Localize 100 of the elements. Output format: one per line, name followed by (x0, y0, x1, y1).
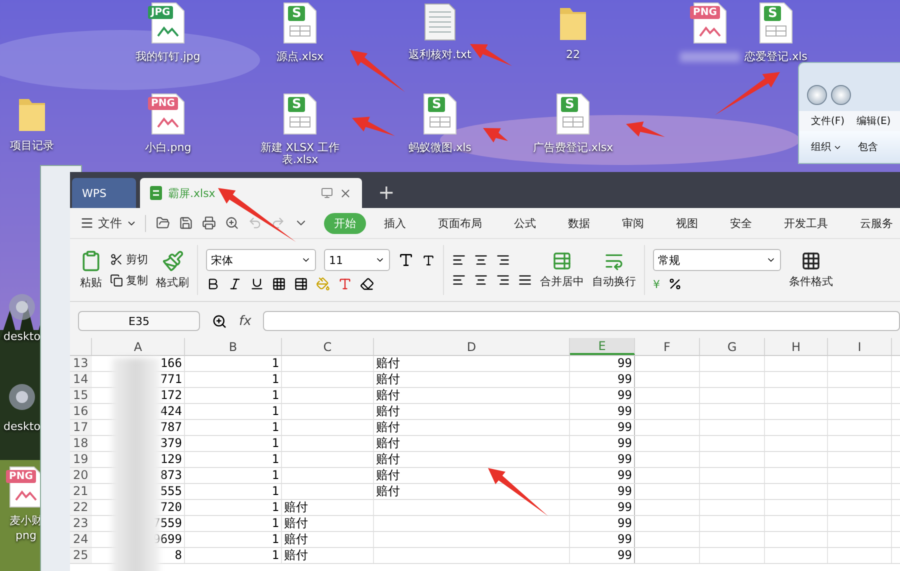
file-menu[interactable]: 文件 (80, 214, 146, 232)
ribbon-tab[interactable]: 审阅 (612, 212, 654, 234)
align-left-icon[interactable] (452, 273, 466, 287)
table-cell: 赔付 (374, 452, 570, 467)
forward-button[interactable] (831, 85, 851, 105)
table-cell: 99 (570, 532, 635, 547)
toolbar-item[interactable]: 组织 (811, 136, 842, 158)
justify-icon[interactable] (518, 273, 532, 287)
formula-input[interactable] (263, 311, 900, 331)
row-number[interactable]: 17 (70, 420, 92, 435)
row-number[interactable]: 15 (70, 388, 92, 403)
menu-item[interactable]: 编辑(E) (856, 114, 891, 128)
desktop-icon-label[interactable]: 返利核对.txt (408, 49, 472, 61)
row-number[interactable]: 20 (70, 468, 92, 483)
font-size-select[interactable]: 11 (324, 249, 390, 271)
align-top-icon[interactable] (452, 253, 466, 267)
back-button[interactable] (807, 85, 827, 105)
monitor-icon[interactable] (321, 187, 333, 199)
ribbon-tab[interactable]: 公式 (504, 212, 546, 234)
row-number[interactable]: 14 (70, 372, 92, 387)
row-number[interactable]: 21 (70, 484, 92, 499)
format-painter-button[interactable]: 格式刷 (156, 250, 189, 290)
cut-button[interactable]: 剪切 (110, 252, 148, 267)
new-tab-button[interactable]: + (378, 180, 395, 204)
clear-icon[interactable] (360, 277, 374, 291)
row-number[interactable]: 25 (70, 548, 92, 563)
number-format-select[interactable]: 常规 (653, 249, 781, 271)
column-header[interactable]: B (185, 338, 282, 355)
row-number[interactable]: 19 (70, 452, 92, 467)
underline-icon[interactable] (250, 277, 264, 291)
table-cell: 1 (185, 516, 282, 531)
percent-icon[interactable] (668, 277, 682, 291)
print-icon[interactable] (202, 216, 216, 230)
preview-icon[interactable] (225, 216, 239, 230)
wrap-text-button[interactable]: 自动换行 (592, 251, 636, 289)
desktop-icon-label[interactable]: 项目记录 (10, 140, 54, 152)
ribbon-tab[interactable]: 页面布局 (428, 212, 492, 234)
ribbon-tab[interactable]: 安全 (720, 212, 762, 234)
ribbon-tab[interactable]: 云服务 (850, 212, 900, 234)
file-type-badge: S (288, 6, 306, 21)
align-bottom-icon[interactable] (496, 253, 510, 267)
file-type-badge: S (288, 97, 306, 112)
italic-icon[interactable] (228, 277, 242, 291)
row-number[interactable]: 23 (70, 516, 92, 531)
undo-icon[interactable] (248, 216, 262, 230)
open-icon[interactable] (156, 216, 170, 230)
desktop-icon-label[interactable]: deskto (4, 421, 40, 433)
ribbon-tab[interactable]: 视图 (666, 212, 708, 234)
column-header[interactable]: H (765, 338, 828, 355)
toolbar-item[interactable]: 包含 (858, 136, 878, 158)
align-center-icon[interactable] (474, 273, 488, 287)
desktop-icon-label[interactable]: deskto (4, 331, 40, 343)
file-type-badge: S (561, 97, 578, 112)
row-number[interactable]: 24 (70, 532, 92, 547)
column-header[interactable]: C (282, 338, 374, 355)
grow-font-icon[interactable] (398, 252, 414, 268)
blurred-label (680, 52, 740, 62)
desktop-icon-label[interactable]: png (16, 530, 36, 542)
table-cell: 99 (570, 500, 635, 515)
menu-item[interactable]: 文件(F) (811, 114, 845, 128)
column-header[interactable]: F (635, 338, 700, 355)
desktop-icon-label[interactable]: 恋爱登记.xls (744, 51, 808, 63)
row-number[interactable]: 16 (70, 404, 92, 419)
border-icon[interactable] (272, 277, 286, 291)
conditional-format-button[interactable]: 条件格式 (789, 251, 833, 289)
close-icon[interactable] (339, 186, 352, 200)
row-number[interactable]: 13 (70, 356, 92, 371)
save-icon[interactable] (179, 216, 193, 230)
name-box[interactable]: E35 (78, 311, 200, 331)
copy-button[interactable]: 复制 (110, 273, 148, 288)
ribbon-tab[interactable]: 数据 (558, 212, 600, 234)
desktop-icon-label[interactable]: 22 (566, 49, 580, 61)
row-number[interactable]: 18 (70, 436, 92, 451)
merge-button[interactable]: 合并居中 (540, 251, 584, 289)
ribbon-tab[interactable]: 插入 (374, 212, 416, 234)
row-number[interactable]: 22 (70, 500, 92, 515)
column-header[interactable]: I (828, 338, 892, 355)
table-cell: 99 (570, 484, 635, 499)
paste-button[interactable]: 粘贴 (80, 250, 102, 290)
redo-icon[interactable] (271, 216, 285, 230)
desktop-icon-label[interactable]: 蚂蚁微图.xls (408, 142, 472, 154)
fx-label[interactable]: fx (239, 314, 252, 328)
bold-icon[interactable] (206, 277, 220, 291)
shrink-font-icon[interactable] (422, 254, 435, 266)
align-middle-icon[interactable] (474, 253, 488, 267)
desktop-icon-label[interactable]: 源点.xlsx (276, 51, 324, 63)
font-color-icon[interactable] (338, 277, 352, 291)
annotation-arrow (350, 50, 405, 92)
font-select[interactable]: 宋体 (206, 249, 316, 271)
zoom-icon[interactable] (212, 314, 227, 328)
fill-color-icon[interactable] (316, 277, 330, 291)
desktop-icon-label[interactable]: 新建 XLSX 工作表.xlsx (255, 142, 345, 166)
align-right-icon[interactable] (496, 273, 510, 287)
column-header[interactable]: A (92, 338, 185, 355)
table-cell: 99 (570, 468, 635, 483)
ribbon-tab[interactable]: 开发工具 (774, 212, 838, 234)
desktop-icon-label[interactable]: 小白.png (144, 142, 192, 154)
column-header[interactable]: G (700, 338, 765, 355)
table-icon[interactable] (294, 277, 308, 291)
home-tab[interactable]: WPS (72, 178, 136, 208)
